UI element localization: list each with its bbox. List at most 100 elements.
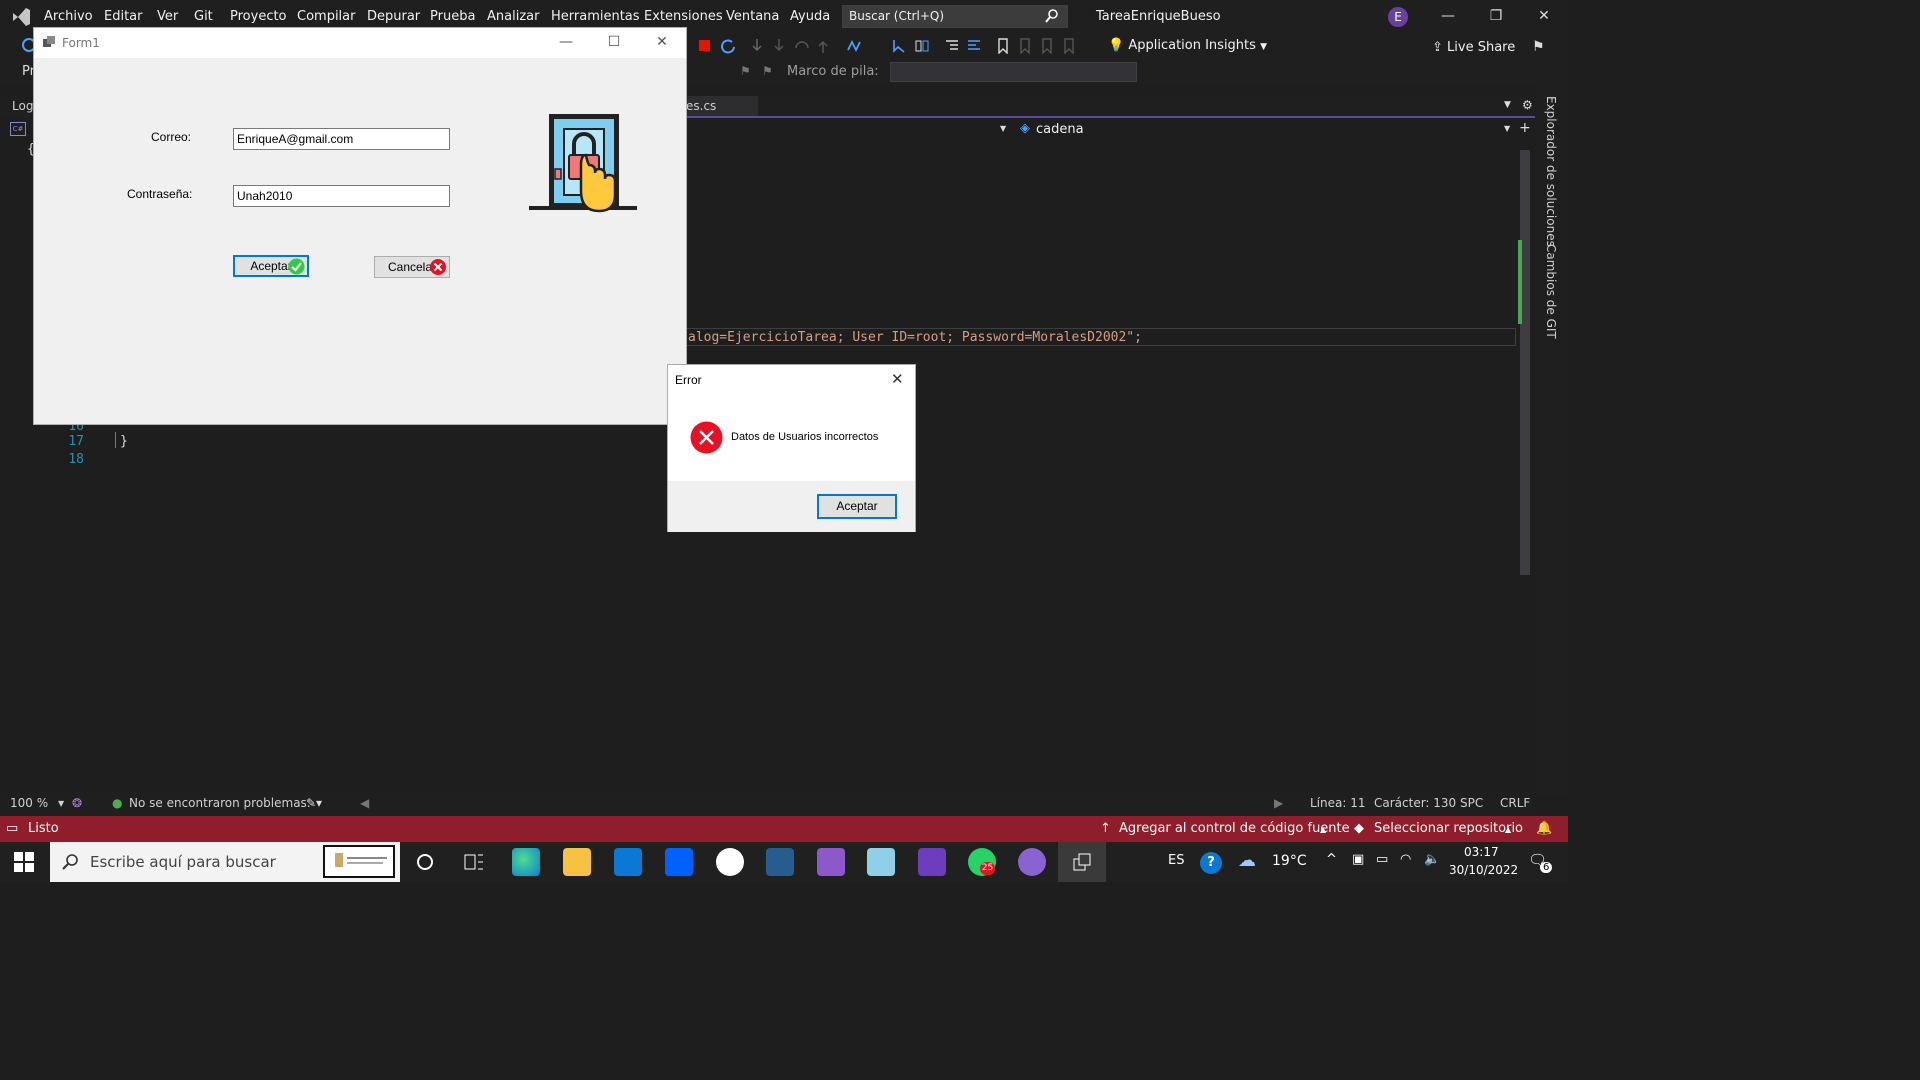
close-icon[interactable]: ✕ bbox=[1534, 8, 1554, 26]
menu-extensiones[interactable]: Extensiones bbox=[644, 9, 723, 24]
lightbulb-icon: 💡 bbox=[1108, 38, 1125, 53]
member-dropdown-chevron-icon[interactable]: ▼ bbox=[1504, 124, 1510, 133]
cancelar-button[interactable]: Cancelar bbox=[374, 256, 450, 278]
password-input[interactable]: Unah2010 bbox=[233, 185, 450, 207]
step-up-icon[interactable] bbox=[816, 38, 830, 54]
thread-flag-icon[interactable]: ⚑ bbox=[740, 64, 751, 78]
scroll-left-icon[interactable]: ◀ bbox=[360, 796, 369, 810]
minimize-icon[interactable]: — bbox=[556, 34, 576, 50]
thread-flags-icon[interactable]: ⚑ bbox=[762, 64, 773, 78]
feedback-icon[interactable]: ⚑ bbox=[1532, 39, 1545, 55]
close-icon[interactable]: ✕ bbox=[652, 34, 672, 50]
output-window-icon[interactable]: ▭ bbox=[6, 821, 18, 836]
tab-git-changes[interactable]: Cambios de GIT bbox=[1544, 244, 1558, 339]
bookmark-prev-icon[interactable] bbox=[1018, 38, 1032, 54]
intellicode-icon[interactable]: ❂ bbox=[72, 796, 82, 810]
restart-icon[interactable] bbox=[720, 38, 736, 54]
outdent-icon[interactable] bbox=[966, 38, 982, 54]
battery-icon[interactable]: ▭ bbox=[1376, 852, 1388, 867]
cleanup-brush-icon[interactable]: ✎▾ bbox=[306, 796, 322, 810]
cancel-x-icon bbox=[430, 259, 446, 275]
menu-analizar[interactable]: Analizar bbox=[487, 9, 539, 24]
menu-editar[interactable]: Editar bbox=[104, 9, 143, 24]
clock-date[interactable]: 30/10/2022 bbox=[1449, 863, 1518, 877]
add-source-control-button[interactable]: Agregar al control de código fuente bbox=[1119, 821, 1350, 836]
aceptar-button[interactable]: Aceptar bbox=[233, 255, 309, 277]
restore-icon[interactable]: ❐ bbox=[1486, 8, 1506, 26]
meet-now-icon[interactable]: ▣ bbox=[1352, 852, 1364, 867]
clock-time[interactable]: 03:17 bbox=[1464, 845, 1499, 859]
menu-ayuda[interactable]: Ayuda bbox=[790, 9, 830, 24]
menu-ventana[interactable]: Ventana bbox=[726, 9, 779, 24]
wifi-icon[interactable]: ◠ bbox=[1400, 852, 1411, 867]
live-share-button[interactable]: ⇪ Live Share bbox=[1432, 40, 1515, 55]
pointer-tool-icon[interactable] bbox=[892, 38, 908, 54]
application-insights-button[interactable]: 💡 Application Insights ▼ bbox=[1108, 38, 1267, 53]
tab-code-file[interactable]: es.cs bbox=[686, 96, 758, 116]
select-repository-button[interactable]: Seleccionar repositorio bbox=[1374, 821, 1523, 836]
menu-proyecto[interactable]: Proyecto bbox=[230, 9, 287, 24]
csharp-file-icon: C# bbox=[10, 122, 26, 136]
weather-cloud-icon[interactable]: ☁ bbox=[1238, 850, 1256, 871]
notifications-bell-icon[interactable]: 🔔 bbox=[1536, 821, 1552, 836]
share-icon: ⇪ bbox=[1432, 40, 1443, 55]
indent-icon[interactable] bbox=[944, 38, 960, 54]
member-dropdown-value[interactable]: cadena bbox=[1036, 122, 1084, 137]
bookmark-next-icon[interactable] bbox=[1040, 38, 1054, 54]
step-over-icon[interactable] bbox=[772, 38, 786, 54]
problems-status[interactable]: No se encontraron problemas. bbox=[129, 796, 311, 810]
help-icon[interactable]: ? bbox=[1200, 852, 1222, 874]
tab-list-icon[interactable]: ▼ bbox=[1504, 100, 1511, 110]
close-icon[interactable]: ✕ bbox=[891, 370, 904, 388]
step-into-icon[interactable] bbox=[750, 38, 764, 54]
app-insights-label: Application Insights bbox=[1128, 38, 1256, 53]
diagnostics-icon[interactable] bbox=[846, 38, 862, 54]
error-ok-button[interactable]: Aceptar bbox=[817, 494, 897, 519]
menu-compilar[interactable]: Compilar bbox=[297, 9, 355, 24]
tab-log-stub[interactable]: Log bbox=[12, 99, 33, 113]
menu-archivo[interactable]: Archivo bbox=[44, 9, 93, 24]
editor-vertical-scrollbar[interactable] bbox=[1518, 140, 1532, 792]
step-out-icon[interactable] bbox=[794, 38, 810, 54]
split-editor-icon[interactable]: + bbox=[1519, 120, 1531, 136]
layout-tool-icon[interactable] bbox=[914, 38, 930, 54]
menu-herramientas[interactable]: Herramientas bbox=[551, 9, 640, 24]
stack-frame-dropdown[interactable] bbox=[890, 62, 1137, 82]
keyboard-language[interactable]: ES bbox=[1168, 853, 1184, 868]
tray-expand-icon[interactable]: ^ bbox=[1326, 852, 1337, 867]
stop-debug-icon[interactable] bbox=[699, 40, 710, 51]
vs-search-input[interactable]: Buscar (Ctrl+Q) bbox=[842, 5, 1068, 28]
correo-input[interactable]: EnriqueA@gmail.com bbox=[233, 128, 450, 150]
volume-icon[interactable]: 🔈 bbox=[1424, 852, 1440, 867]
zoom-level[interactable]: 100 % bbox=[10, 796, 48, 810]
line-indicator[interactable]: Línea: 11 bbox=[1310, 796, 1366, 810]
tab-solution-explorer[interactable]: Explorador de soluciones bbox=[1544, 96, 1558, 247]
system-tray: ES ? ☁ 19°C ^ ▣ ▭ ◠ 🔈 03:17 30/10/2022 🗨… bbox=[0, 842, 1568, 882]
scrollbar-thumb[interactable] bbox=[1520, 150, 1530, 575]
type-dropdown-chevron-icon[interactable]: ▼ bbox=[1000, 124, 1006, 133]
menu-depurar[interactable]: Depurar bbox=[367, 9, 420, 24]
bookmark-icon[interactable] bbox=[996, 38, 1010, 54]
weather-temperature[interactable]: 19°C bbox=[1272, 853, 1307, 869]
settings-gear-icon[interactable]: ⚙ bbox=[1522, 98, 1533, 112]
vs-search-placeholder: Buscar (Ctrl+Q) bbox=[849, 9, 945, 23]
whitespace-indicator[interactable]: SPC bbox=[1460, 796, 1483, 810]
error-x-icon bbox=[690, 421, 723, 454]
user-avatar[interactable]: E bbox=[1388, 7, 1408, 27]
bookmark-clear-icon[interactable] bbox=[1062, 38, 1076, 54]
visual-studio-logo-icon[interactable] bbox=[10, 6, 32, 28]
minimize-icon[interactable]: — bbox=[1438, 8, 1458, 26]
zoom-dropdown-icon[interactable]: ▼ bbox=[58, 799, 64, 808]
form1-titlebar[interactable]: Form1 — ☐ ✕ bbox=[34, 28, 686, 58]
solution-title: TareaEnriqueBueso bbox=[1096, 9, 1221, 24]
line-number: 18 bbox=[68, 452, 84, 467]
menu-ver[interactable]: Ver bbox=[157, 9, 178, 24]
scroll-right-icon[interactable]: ▶ bbox=[1274, 796, 1283, 810]
menu-git[interactable]: Git bbox=[194, 9, 213, 24]
maximize-icon[interactable]: ☐ bbox=[604, 34, 624, 50]
line-ending-indicator[interactable]: CRLF bbox=[1500, 796, 1530, 810]
menu-prueba[interactable]: Prueba bbox=[430, 9, 475, 24]
error-dialog-footer: Aceptar bbox=[668, 481, 915, 532]
connection-string-code[interactable]: alog=EjercicioTarea; User ID=root; Passw… bbox=[688, 330, 1142, 345]
char-indicator[interactable]: Carácter: 130 bbox=[1374, 796, 1456, 810]
